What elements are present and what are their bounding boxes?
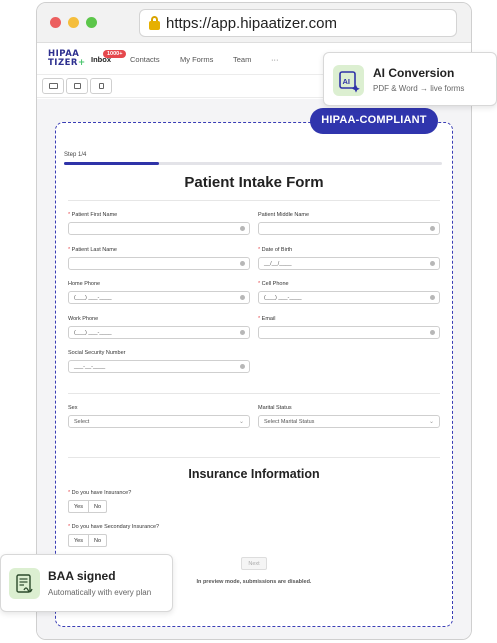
step-indicator: Step 1/4 <box>64 152 87 158</box>
phone-placeholder: (___) ___-____ <box>74 330 112 336</box>
phone-placeholder: (___) ___-____ <box>74 295 112 301</box>
first-name-input[interactable] <box>68 222 250 235</box>
ssn-label: Social Security Number <box>68 350 126 356</box>
marital-status-select[interactable]: Select Marital Status ⌄ <box>258 415 440 428</box>
chevron-down-icon: ⌄ <box>238 419 244 425</box>
sex-select[interactable]: Select ⌄ <box>68 415 250 428</box>
divider <box>68 200 440 201</box>
cell-phone-input[interactable]: (___) ___-____ <box>258 291 440 304</box>
insurance-yes-no: Yes No <box>68 500 108 513</box>
field-clear-icon <box>240 261 245 266</box>
email-input[interactable] <box>258 326 440 339</box>
marital-select-value: Select Marital Status <box>264 419 315 425</box>
step-progress-bar <box>64 162 442 165</box>
baa-card-title: BAA signed <box>48 569 116 583</box>
phone-placeholder: (___) ___-____ <box>264 295 302 301</box>
home-phone-label: Home Phone <box>68 281 101 287</box>
insurance-question: * Do you have Insurance? <box>68 490 132 496</box>
form-title: Patient Intake Form <box>184 174 324 191</box>
dob-input[interactable]: __/__/____ <box>258 257 440 270</box>
dob-label: * Date of Birth <box>258 247 293 253</box>
marital-status-label: Marital Status <box>258 405 292 411</box>
email-label: * Email <box>258 316 276 322</box>
ssn-input[interactable]: ___-__-____ <box>68 360 250 373</box>
sex-select-value: Select <box>74 419 90 425</box>
field-clear-icon <box>430 226 435 231</box>
signed-document-icon <box>9 568 40 599</box>
field-clear-icon <box>430 330 435 335</box>
field-clear-icon <box>430 261 435 266</box>
ai-card-title: AI Conversion <box>373 66 455 80</box>
secondary-insurance-question: * Do you have Secondary Insurance? <box>68 524 160 530</box>
middle-name-input[interactable] <box>258 222 440 235</box>
cell-phone-label: * Cell Phone <box>258 281 289 287</box>
baa-card-subtitle: Automatically with every plan <box>48 588 152 597</box>
sex-label: Sex <box>68 405 78 411</box>
field-clear-icon <box>430 295 435 300</box>
hipaa-compliant-badge: HIPAA-COMPLIANT <box>310 108 438 134</box>
secondary-insurance-yes-button[interactable]: Yes <box>69 535 88 546</box>
secondary-insurance-no-button[interactable]: No <box>87 535 106 546</box>
ai-conversion-card: AI AI Conversion PDF & Word → live forms <box>323 52 497 106</box>
ai-card-subtitle: PDF & Word → live forms <box>373 84 465 93</box>
ai-sparkle-icon: AI <box>333 65 364 96</box>
chevron-down-icon: ⌄ <box>428 419 434 425</box>
middle-name-label: Patient Middle Name <box>258 212 310 218</box>
insurance-yes-button[interactable]: Yes <box>69 501 88 512</box>
insurance-no-button[interactable]: No <box>87 501 106 512</box>
field-clear-icon <box>240 364 245 369</box>
first-name-label: * Patient First Name <box>68 212 118 218</box>
baa-signed-card: BAA signed Automatically with every plan <box>0 554 173 612</box>
secondary-insurance-yes-no: Yes No <box>68 534 108 547</box>
ssn-placeholder: ___-__-____ <box>74 364 106 370</box>
last-name-label: * Patient Last Name <box>68 247 117 253</box>
next-button[interactable]: Next <box>241 557 267 570</box>
field-clear-icon <box>240 226 245 231</box>
home-phone-input[interactable]: (___) ___-____ <box>68 291 250 304</box>
field-clear-icon <box>240 330 245 335</box>
dob-placeholder: __/__/____ <box>264 261 292 267</box>
step-progress-fill <box>64 162 159 165</box>
last-name-input[interactable] <box>68 257 250 270</box>
work-phone-input[interactable]: (___) ___-____ <box>68 326 250 339</box>
work-phone-label: Work Phone <box>68 316 99 322</box>
divider <box>68 393 440 394</box>
divider <box>68 457 440 458</box>
svg-text:AI: AI <box>343 77 351 86</box>
field-clear-icon <box>240 295 245 300</box>
insurance-section-title: Insurance Information <box>188 467 320 481</box>
